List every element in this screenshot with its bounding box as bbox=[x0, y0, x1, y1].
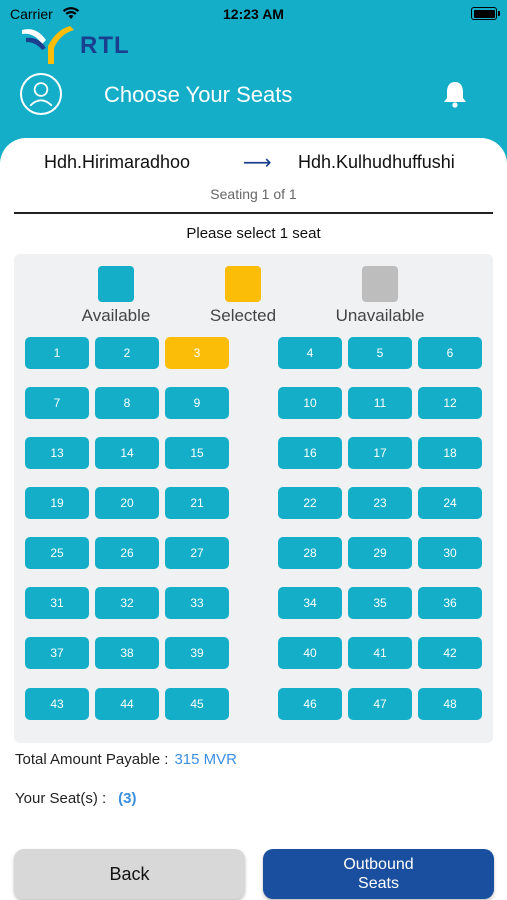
seat-48[interactable]: 48 bbox=[418, 688, 482, 720]
divider bbox=[14, 212, 493, 214]
seats-label: Your Seat(s) : bbox=[15, 790, 107, 807]
seat-25[interactable]: 25 bbox=[25, 537, 89, 569]
origin-label: Hdh.Hirimaradhoo bbox=[44, 152, 191, 172]
legend-available-label: Available bbox=[81, 306, 151, 325]
seat-22[interactable]: 22 bbox=[278, 487, 342, 519]
seat-12[interactable]: 12 bbox=[418, 387, 482, 419]
clock: 12:23 AM bbox=[223, 6, 284, 22]
seating-progress: Seating 1 of 1 bbox=[210, 186, 297, 202]
seat-map: Available Selected Unavailable 123456789… bbox=[14, 254, 493, 743]
logo-text: RTL bbox=[80, 32, 130, 59]
total-label: Total Amount Payable : bbox=[15, 751, 169, 768]
seat-30[interactable]: 30 bbox=[418, 537, 482, 569]
seat-31[interactable]: 31 bbox=[25, 587, 89, 619]
seat-33[interactable]: 33 bbox=[165, 587, 229, 619]
total-value: 315 MVR bbox=[174, 751, 237, 768]
seat-36[interactable]: 36 bbox=[418, 587, 482, 619]
seat-8[interactable]: 8 bbox=[95, 387, 159, 419]
seat-37[interactable]: 37 bbox=[25, 637, 89, 669]
legend-unavailable: Unavailable bbox=[320, 266, 440, 326]
seat-14[interactable]: 14 bbox=[95, 437, 159, 469]
your-seats: Your Seat(s) : (3) bbox=[15, 790, 137, 807]
seat-32[interactable]: 32 bbox=[95, 587, 159, 619]
legend-available-swatch bbox=[98, 266, 134, 302]
seat-43[interactable]: 43 bbox=[25, 688, 89, 720]
seats-value: (3) bbox=[118, 790, 137, 807]
seat-46[interactable]: 46 bbox=[278, 688, 342, 720]
seat-28[interactable]: 28 bbox=[278, 537, 342, 569]
legend-selected: Selected bbox=[183, 266, 303, 326]
seat-6[interactable]: 6 bbox=[418, 337, 482, 369]
legend-unavailable-label: Unavailable bbox=[335, 306, 425, 325]
battery-icon bbox=[471, 7, 500, 20]
seat-35[interactable]: 35 bbox=[348, 587, 412, 619]
seat-44[interactable]: 44 bbox=[95, 688, 159, 720]
seat-26[interactable]: 26 bbox=[95, 537, 159, 569]
seat-41[interactable]: 41 bbox=[348, 637, 412, 669]
seat-11[interactable]: 11 bbox=[348, 387, 412, 419]
instruction-text: Please select 1 seat bbox=[186, 225, 321, 242]
legend-selected-swatch bbox=[225, 266, 261, 302]
seat-47[interactable]: 47 bbox=[348, 688, 412, 720]
seat-42[interactable]: 42 bbox=[418, 637, 482, 669]
seat-5[interactable]: 5 bbox=[348, 337, 412, 369]
seat-38[interactable]: 38 bbox=[95, 637, 159, 669]
seat-19[interactable]: 19 bbox=[25, 487, 89, 519]
seat-39[interactable]: 39 bbox=[165, 637, 229, 669]
bell-icon[interactable] bbox=[442, 80, 468, 108]
seat-24[interactable]: 24 bbox=[418, 487, 482, 519]
seat-23[interactable]: 23 bbox=[348, 487, 412, 519]
page-title: Choose Your Seats bbox=[104, 82, 293, 107]
back-button[interactable]: Back bbox=[14, 849, 245, 899]
seat-45[interactable]: 45 bbox=[165, 688, 229, 720]
seat-16[interactable]: 16 bbox=[278, 437, 342, 469]
legend-available: Available bbox=[56, 266, 176, 326]
seat-15[interactable]: 15 bbox=[165, 437, 229, 469]
seat-9[interactable]: 9 bbox=[165, 387, 229, 419]
seat-3[interactable]: 3 bbox=[165, 337, 229, 369]
rtl-logo-icon bbox=[22, 26, 74, 64]
seat-13[interactable]: 13 bbox=[25, 437, 89, 469]
seat-18[interactable]: 18 bbox=[418, 437, 482, 469]
destination-label: Hdh.Kulhudhuffushi bbox=[298, 152, 455, 172]
seat-2[interactable]: 2 bbox=[95, 337, 159, 369]
seat-10[interactable]: 10 bbox=[278, 387, 342, 419]
seat-34[interactable]: 34 bbox=[278, 587, 342, 619]
seat-1[interactable]: 1 bbox=[25, 337, 89, 369]
seat-21[interactable]: 21 bbox=[165, 487, 229, 519]
route-summary: Hdh.Hirimaradhoo ⟶ Hdh.Kulhudhuffushi bbox=[0, 152, 507, 176]
seat-29[interactable]: 29 bbox=[348, 537, 412, 569]
total-amount: Total Amount Payable : 315 MVR bbox=[15, 751, 237, 768]
legend-unavailable-swatch bbox=[362, 266, 398, 302]
arrow-right-icon: ⟶ bbox=[243, 152, 272, 174]
seat-17[interactable]: 17 bbox=[348, 437, 412, 469]
avatar-icon[interactable] bbox=[20, 73, 62, 115]
seat-7[interactable]: 7 bbox=[25, 387, 89, 419]
status-bar: Carrier 12:23 AM bbox=[0, 6, 507, 24]
seat-40[interactable]: 40 bbox=[278, 637, 342, 669]
legend-selected-label: Selected bbox=[209, 306, 277, 325]
seat-20[interactable]: 20 bbox=[95, 487, 159, 519]
seat-27[interactable]: 27 bbox=[165, 537, 229, 569]
seat-4[interactable]: 4 bbox=[278, 337, 342, 369]
outbound-seats-button[interactable]: Outbound Seats bbox=[263, 849, 494, 899]
